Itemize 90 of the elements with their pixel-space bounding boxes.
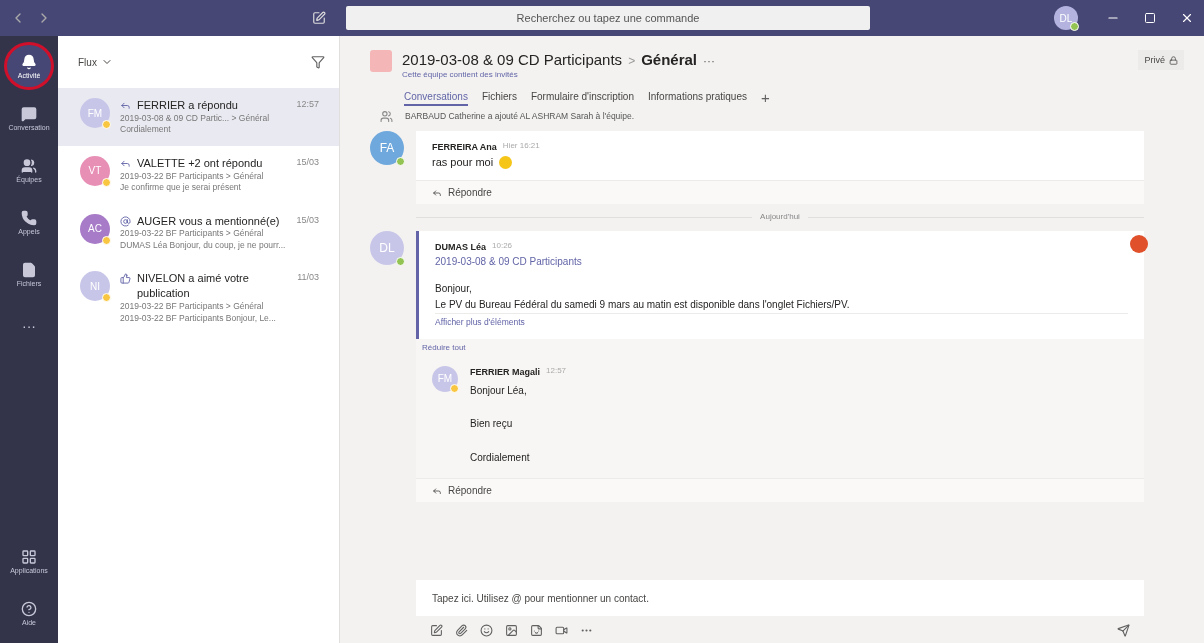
image-icon[interactable] (505, 624, 518, 637)
rail-item[interactable]: ··· (4, 302, 54, 350)
avatar: NI (80, 271, 110, 302)
feed-item-preview: 2019-03-22 BF Participants Bonjour, Le... (120, 312, 277, 324)
feed-item-preview: DUMAS Léa Bonjour, du coup, je ne pourr... (120, 239, 287, 252)
reply-icon (432, 485, 442, 496)
feed-item-channel: 2019-03-22 BF Participants > Général (120, 170, 265, 183)
format-icon[interactable] (430, 624, 443, 637)
avatar: DL (370, 230, 404, 265)
lock-icon (1169, 55, 1178, 65)
video-camera-icon[interactable] (555, 624, 568, 637)
avatar: FM (80, 98, 110, 128)
breadcrumb-separator: > (628, 53, 636, 70)
team-icon (370, 50, 392, 72)
feed-item-time: 15/03 (296, 213, 319, 226)
message-text: ras pour moi (432, 155, 494, 171)
avatar: VT (80, 155, 110, 186)
file-icon (21, 261, 37, 278)
avatar: AC (80, 213, 110, 244)
close-icon[interactable] (1180, 11, 1194, 25)
help-icon (21, 600, 37, 617)
attach-icon[interactable] (455, 624, 468, 637)
add-tab-button[interactable]: + (760, 89, 770, 107)
apps-icon (21, 548, 37, 565)
system-message: BARBAUD Catherine a ajouté AL ASHRAM Sarah à l'équipe. (405, 110, 635, 123)
feed-item-channel: 2019-03-22 BF Participants > Général (120, 228, 265, 240)
message-author: FERREIRA Ana (432, 141, 497, 154)
avatar: FA (370, 131, 404, 166)
thumbs-up-icon (120, 273, 131, 285)
message-time: 10:26 (492, 240, 513, 252)
message-time: 12:57 (546, 365, 567, 377)
feed-item[interactable]: NI NIVELON a aimé votre publication 11/03 2019-03-22 BF Participants > Général 2019-03-22 BF Participants Bonjour, Le... (58, 261, 339, 334)
show-more-link[interactable]: Afficher plus d'éléments (435, 313, 1128, 329)
team-member-icon (380, 110, 393, 124)
people-icon (21, 157, 37, 174)
reaction-icon (1130, 234, 1148, 253)
channel-tab[interactable]: Informations pratiques (648, 89, 747, 107)
emoji-icon[interactable] (480, 624, 493, 637)
date-divider: Aujourd'hui (760, 212, 800, 223)
reply-button[interactable]: Répondre (416, 478, 1144, 503)
feed-item-preview: Cordialement (120, 124, 172, 136)
guest-notice: Cette équipe contient des invités (402, 70, 519, 82)
chat-icon (21, 105, 37, 122)
message-time: Hier 16:21 (502, 141, 540, 153)
filter-icon[interactable] (311, 55, 325, 69)
message-text: Cordialement (470, 450, 531, 465)
message-input[interactable]: Tapez ici. Utilisez @ pour mentionner un contact. (416, 580, 1144, 616)
channel-tab[interactable]: Conversations (404, 89, 468, 107)
feed-item-channel: 2019-03-08 & 09 CD Partic... > Général (120, 112, 271, 125)
team-name: 2019-03-08 & 09 CD Participants (402, 50, 623, 70)
reply-icon (120, 100, 131, 111)
bell-icon (21, 53, 37, 70)
emoji-icon (499, 156, 513, 170)
channel-tab[interactable]: Fichiers (481, 89, 517, 107)
channel-name: Général (641, 50, 697, 70)
feed-item-title: NIVELON a aimé votre publication (137, 271, 250, 302)
feed-item-preview: Je confirme que je serai présent (120, 182, 242, 194)
sticker-icon[interactable] (530, 624, 543, 637)
feed-filter-dropdown[interactable]: Flux (78, 56, 113, 68)
feed-item-title: VALETTE +2 ont répondu (137, 155, 264, 171)
message-text: Bonjour, (435, 282, 473, 296)
feed-item-title: AUGER vous a mentionné(e) (137, 213, 281, 229)
message-text: Bonjour Léa, (470, 383, 528, 398)
feed-item[interactable]: FM FERRIER a répondu 12:57 2019-03-08 & 09 CD Partic... > Général Cordialement (58, 88, 339, 146)
feed-item[interactable]: AC AUGER vous a mentionné(e) 15/03 2019-03-22 BF Participants > Général DUMAS Léa Bonjour, du coup, je ne pourr... (58, 203, 339, 262)
avatar: FM (432, 365, 458, 392)
feed-item[interactable]: VT VALETTE +2 ont répondu 15/03 2019-03-22 BF Participants > Général Je confirme que je serai présent (58, 145, 339, 204)
message-author: DUMAS Léa (435, 240, 486, 253)
reply-icon (432, 187, 442, 198)
collapse-all-link[interactable]: Réduire tout (416, 338, 1144, 358)
feed-item-channel: 2019-03-22 BF Participants > Général (120, 301, 265, 313)
more-button[interactable]: ··· (703, 54, 715, 68)
search-field[interactable]: Recherchez ou tapez une commande (346, 6, 870, 30)
feed-item-time: 15/03 (296, 155, 319, 168)
message-text: Le PV du Bureau Fédéral du samedi 9 mars au matin est disponible dans l'onglet Fichiers/PV. (435, 297, 851, 312)
team-link[interactable]: 2019-03-08 & 09 CD Participants (435, 254, 1128, 269)
message-text: Bien reçu (470, 417, 514, 431)
compose-icon[interactable] (312, 11, 326, 25)
send-icon[interactable] (1117, 624, 1130, 637)
message-author: FERRIER Magali (470, 365, 540, 378)
at-sign-icon (120, 215, 131, 227)
feed-item-time: 11/03 (297, 271, 319, 284)
reply-button[interactable]: Répondre (416, 180, 1144, 205)
maximize-icon[interactable] (1144, 12, 1156, 24)
channel-tab[interactable]: Formulaire d'inscription (530, 89, 634, 107)
feed-item-time: 12:57 (296, 98, 319, 111)
phone-icon (21, 209, 37, 226)
privacy-button[interactable]: Privé (1138, 50, 1184, 70)
feed-item-title: FERRIER a répondu (137, 98, 239, 113)
presence-dot (1070, 22, 1079, 31)
